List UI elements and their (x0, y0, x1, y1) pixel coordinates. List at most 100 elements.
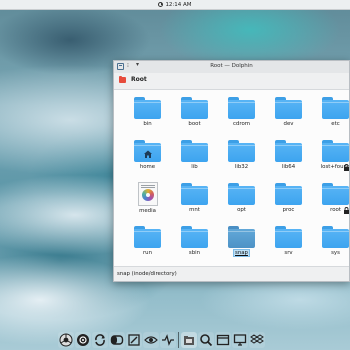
status-text: snap (inode/directory) (117, 271, 177, 277)
file-item-label: cdrom (232, 121, 251, 127)
dock-item-dropbox[interactable] (249, 332, 265, 348)
lock-icon (343, 199, 349, 214)
locked-folder-icon (322, 140, 349, 171)
dock-separator (178, 332, 179, 348)
folder-icon (275, 97, 302, 119)
focus-icon (77, 334, 89, 346)
dock-item-search[interactable] (198, 332, 214, 348)
dock-item-editor[interactable] (126, 332, 142, 348)
file-item-label: lib32 (234, 164, 249, 170)
file-item-label: lib (191, 164, 198, 170)
folder-icon (228, 183, 255, 205)
file-item-lib64[interactable]: lib64 (265, 138, 312, 181)
file-item-srv[interactable]: srv (265, 224, 312, 267)
file-item-sbin[interactable]: sbin (171, 224, 218, 267)
sync-icon (95, 334, 105, 346)
file-item-home[interactable]: home (124, 138, 171, 181)
location-breadcrumb[interactable]: Root (131, 76, 147, 83)
file-item-media[interactable]: media (124, 181, 171, 224)
folder-icon (228, 97, 255, 119)
file-view[interactable]: bin boot cdrom dev etc home lib lib32 lib64 lost+… (114, 90, 349, 267)
folder-icon (275, 140, 302, 162)
file-item-label: root (330, 207, 341, 213)
folder-icon (228, 226, 255, 248)
file-item-label: sys (331, 250, 340, 256)
lock-icon (343, 156, 349, 171)
file-item-etc[interactable]: etc (312, 95, 349, 138)
network-icon (162, 334, 174, 346)
eye-icon (144, 336, 158, 344)
folder-icon (228, 140, 255, 162)
file-item-label: mnt (189, 207, 200, 213)
file-item-bin[interactable]: bin (124, 95, 171, 138)
file-item-lib[interactable]: lib (171, 138, 218, 181)
file-item-label: opt (237, 207, 246, 213)
folder-icon (322, 97, 349, 119)
clock-time: 12:14 AM (165, 1, 192, 8)
folder-icon (181, 183, 208, 205)
dock (58, 324, 298, 348)
status-bar: snap (inode/directory) (114, 266, 349, 281)
folder-icon (181, 97, 208, 119)
theme-icon (110, 335, 124, 345)
file-item-proc[interactable]: proc (265, 181, 312, 224)
file-item-label: snap (233, 249, 250, 257)
dock-item-focus[interactable] (75, 332, 91, 348)
file-item-lib32[interactable]: lib32 (218, 138, 265, 181)
file-item-run[interactable]: run (124, 224, 171, 267)
monitor-icon (233, 334, 247, 346)
clock-icon (158, 2, 164, 7)
file-item-label: sbin (188, 250, 201, 256)
optical-disc-icon (137, 182, 158, 206)
file-item-snap[interactable]: snap (218, 224, 265, 267)
home-folder-icon (134, 140, 161, 162)
folder-icon (275, 226, 302, 248)
top-panel: 12:14 AM (0, 0, 350, 10)
file-item-label: lib64 (281, 164, 296, 170)
file-item-mnt[interactable]: mnt (171, 181, 218, 224)
locked-folder-icon (322, 183, 349, 214)
dock-item-chrome[interactable] (58, 332, 74, 348)
file-grid: bin boot cdrom dev etc home lib lib32 lib64 lost+… (124, 95, 349, 267)
file-item-label: media (139, 208, 156, 214)
file-item-boot[interactable]: boot (171, 95, 218, 138)
chrome-icon (59, 333, 73, 347)
dock-item-eye[interactable] (143, 332, 159, 348)
file-item-lost-found[interactable]: lost+found (312, 138, 349, 181)
files-icon (184, 336, 194, 345)
dock-item-theme[interactable] (109, 332, 125, 348)
editor-icon (128, 334, 140, 346)
location-bar: Root (114, 73, 349, 90)
file-item-opt[interactable]: opt (218, 181, 265, 224)
dock-item-monitor[interactable] (232, 332, 248, 348)
file-item-dev[interactable]: dev (265, 95, 312, 138)
file-item-root[interactable]: root (312, 181, 349, 224)
file-item-sys[interactable]: sys (312, 224, 349, 267)
file-item-label: dev (283, 121, 294, 127)
window-icon (216, 334, 230, 346)
search-icon (200, 334, 213, 347)
folder-icon (275, 183, 302, 205)
folder-icon (134, 97, 161, 119)
root-folder-icon (119, 75, 126, 83)
dock-item-network[interactable] (160, 332, 176, 348)
dropbox-icon (250, 334, 264, 344)
dolphin-window: ⁝ ▾ Root — Dolphin Root bin boot cdrom dev e… (113, 60, 350, 282)
window-title: Root — Dolphin (210, 63, 253, 69)
folder-icon (134, 226, 161, 248)
file-item-cdrom[interactable]: cdrom (218, 95, 265, 138)
file-item-label: proc (282, 207, 295, 213)
file-item-label: home (139, 164, 156, 170)
dock-item-files[interactable] (181, 332, 197, 348)
file-item-label: srv (284, 250, 293, 256)
file-item-label: etc (331, 121, 340, 127)
dock-item-sync[interactable] (92, 332, 108, 348)
folder-icon (181, 226, 208, 248)
file-item-label: run (142, 250, 153, 256)
file-item-label: boot (188, 121, 201, 127)
folder-icon (322, 226, 349, 248)
clock[interactable]: 12:14 AM (158, 1, 192, 8)
folder-icon (181, 140, 208, 162)
file-item-label: bin (143, 121, 152, 127)
dock-item-window[interactable] (215, 332, 231, 348)
